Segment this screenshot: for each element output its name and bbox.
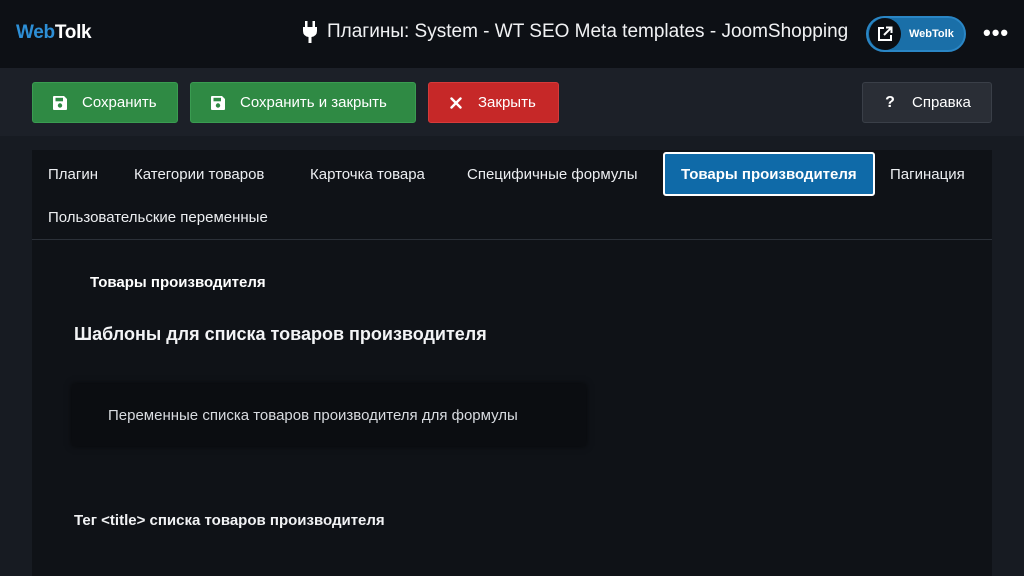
tab-product-card[interactable]: Карточка товара (294, 152, 441, 196)
variables-toggle[interactable]: Переменные списка товаров производителя … (72, 384, 586, 446)
tab-manufacturer-products[interactable]: Товары производителя (663, 152, 875, 196)
plug-icon (302, 21, 318, 43)
more-menu-button[interactable]: ••• (983, 20, 1009, 46)
save-button-label: Сохранить (82, 94, 157, 111)
options-tabs: Плагин Категории товаров Карточка товара… (32, 150, 992, 240)
section-label: Товары производителя (90, 274, 266, 291)
tab-specific-formulas[interactable]: Специфичные формулы (451, 152, 654, 196)
save-button[interactable]: Сохранить (32, 82, 178, 123)
close-button[interactable]: Закрыть (428, 82, 559, 123)
view-site-button[interactable]: WebTolk (866, 16, 966, 52)
x-icon (448, 95, 464, 111)
external-link-icon (869, 18, 901, 50)
help-button-label: Справка (912, 94, 971, 111)
floppy-disk-icon (210, 95, 226, 111)
help-button[interactable]: ? Справка (862, 82, 992, 123)
tab-plugin[interactable]: Плагин (32, 152, 114, 196)
floppy-disk-icon (52, 95, 68, 111)
save-and-close-button[interactable]: Сохранить и закрыть (190, 82, 416, 123)
logo-part-tolk: Tolk (54, 22, 92, 43)
view-site-label: WebTolk (909, 28, 954, 40)
toolbar: Сохранить Сохранить и закрыть Закрыть ? … (0, 68, 1024, 136)
tab-pagination[interactable]: Пагинация (874, 152, 981, 196)
title-tag-field-label: Тег <title> списка товаров производителя (74, 512, 385, 529)
question-icon: ? (885, 93, 895, 111)
save-and-close-label: Сохранить и закрыть (240, 94, 387, 111)
webtolk-logo[interactable]: WebTolk (16, 22, 92, 44)
page-title: Плагины: System - WT SEO Meta templates … (302, 21, 848, 43)
fieldset-title: Шаблоны для списка товаров производителя (74, 324, 487, 344)
tab-product-categories[interactable]: Категории товаров (118, 152, 280, 196)
top-header: WebTolk Плагины: System - WT SEO Meta te… (0, 0, 1024, 68)
logo-part-web: Web (16, 22, 55, 43)
close-button-label: Закрыть (478, 94, 536, 111)
plugin-options-panel: Плагин Категории товаров Карточка товара… (32, 150, 992, 576)
page-title-text: Плагины: System - WT SEO Meta templates … (327, 21, 849, 42)
tab-user-variables[interactable]: Пользовательские переменные (32, 195, 284, 239)
